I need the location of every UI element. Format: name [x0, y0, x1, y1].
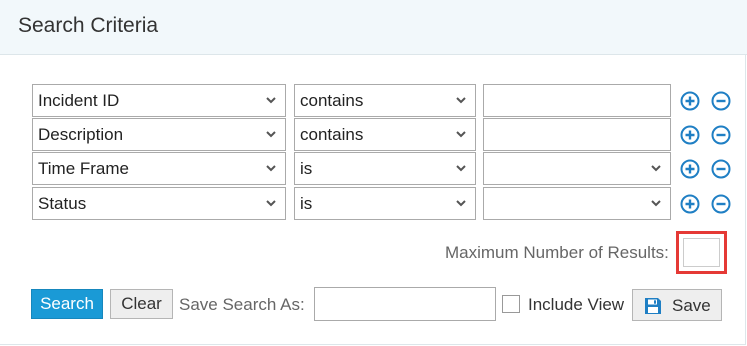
operator-select-value: contains	[300, 125, 364, 144]
field-select[interactable]: Time Frame	[32, 152, 286, 185]
value-select[interactable]	[483, 152, 671, 185]
floppy-disk-icon	[645, 298, 661, 314]
save-search-name-input[interactable]	[314, 287, 496, 321]
operator-select-value: is	[300, 194, 313, 213]
operator-select[interactable]: is	[294, 187, 476, 220]
field-select[interactable]: Incident ID	[32, 84, 286, 117]
criteria-row: Time Frame is	[32, 152, 742, 185]
value-select[interactable]	[483, 187, 671, 220]
operator-select[interactable]: contains	[294, 118, 476, 151]
include-view-label: Include View	[528, 295, 625, 314]
field-select[interactable]: Status	[32, 187, 286, 220]
include-view-checkbox[interactable]	[502, 295, 520, 313]
save-button[interactable]: Save	[632, 289, 722, 321]
minus-circle-icon[interactable]	[711, 194, 731, 214]
clear-button[interactable]: Clear	[110, 289, 173, 319]
chevron-down-icon	[456, 165, 466, 172]
plus-circle-icon[interactable]	[680, 194, 700, 214]
search-button[interactable]: Search	[31, 289, 103, 319]
plus-circle-icon[interactable]	[680, 159, 700, 179]
criteria-row: Incident ID contains	[32, 84, 742, 117]
plus-circle-icon[interactable]	[680, 91, 700, 111]
field-select-value: Description	[38, 125, 124, 144]
criteria-row: Description contains	[32, 118, 742, 151]
chevron-down-icon	[266, 200, 276, 207]
chevron-down-icon	[456, 131, 466, 138]
field-select-value: Time Frame	[38, 159, 129, 178]
max-results-input[interactable]	[683, 238, 720, 267]
operator-select-value: contains	[300, 91, 364, 110]
max-results-label: Maximum Number of Results:	[445, 243, 669, 262]
operator-select[interactable]: is	[294, 152, 476, 185]
field-select[interactable]: Description	[32, 118, 286, 151]
max-results-highlight	[676, 231, 727, 274]
chevron-down-icon	[456, 200, 466, 207]
value-input[interactable]	[483, 118, 671, 151]
chevron-down-icon	[456, 97, 466, 104]
value-input[interactable]	[483, 84, 671, 117]
operator-select-value: is	[300, 159, 313, 178]
search-criteria-header: Search Criteria	[0, 0, 747, 55]
minus-circle-icon[interactable]	[711, 91, 731, 111]
chevron-down-icon	[651, 165, 661, 172]
chevron-down-icon	[266, 165, 276, 172]
save-search-as-label: Save Search As:	[179, 295, 305, 314]
operator-select[interactable]: contains	[294, 84, 476, 117]
field-select-value: Status	[38, 194, 87, 213]
field-select-value: Incident ID	[38, 91, 120, 110]
save-button-label: Save	[672, 296, 711, 315]
chevron-down-icon	[266, 97, 276, 104]
chevron-down-icon	[651, 200, 661, 207]
plus-circle-icon[interactable]	[680, 125, 700, 145]
page-title: Search Criteria	[18, 14, 159, 37]
chevron-down-icon	[266, 131, 276, 138]
minus-circle-icon[interactable]	[711, 125, 731, 145]
minus-circle-icon[interactable]	[711, 159, 731, 179]
criteria-row: Status is	[32, 187, 742, 220]
